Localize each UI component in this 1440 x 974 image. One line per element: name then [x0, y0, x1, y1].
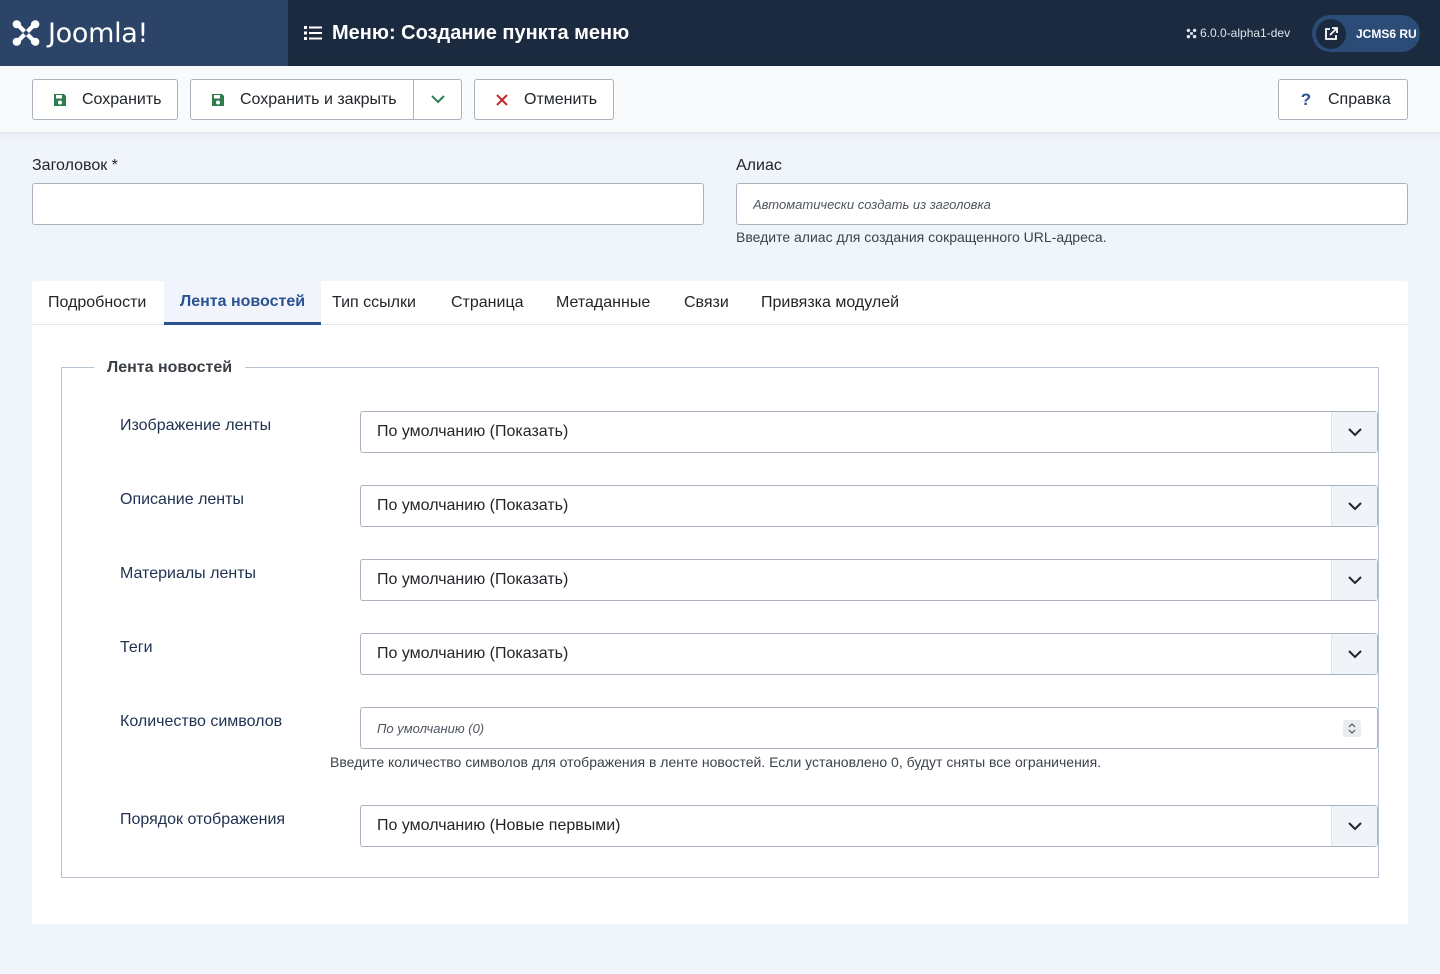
select-value: По умолчанию (Новые первыми) — [377, 817, 621, 834]
page-title: Меню: Создание пункта меню — [304, 0, 629, 66]
floppy-disk-icon — [51, 93, 69, 107]
select-value: По умолчанию (Показать) — [377, 645, 569, 662]
alias-input[interactable] — [737, 184, 1407, 224]
joomla-small-icon — [1186, 28, 1197, 38]
site-name: JCMS6 RU — [1356, 26, 1417, 41]
tab-bar: Подробности Лента новостей Тип ссылки Ст… — [32, 281, 1408, 325]
chevron-down-icon — [1331, 806, 1377, 846]
external-link-icon — [1316, 18, 1346, 49]
cancel-button[interactable]: Отменить — [474, 79, 614, 120]
feed-items-select[interactable]: По умолчанию (Показать) — [360, 559, 1378, 601]
newsfeed-fieldset: Лента новостей Изображение ленты По умол… — [61, 358, 1379, 878]
logo-text: Joomla! — [48, 17, 149, 49]
select-value: По умолчанию (Показать) — [377, 423, 569, 440]
alias-label: Алиас — [736, 157, 782, 174]
char-count-input[interactable] — [361, 708, 1377, 748]
select-value: По умолчанию (Показать) — [377, 571, 569, 588]
chevron-down-icon — [1331, 634, 1377, 674]
select-value: По умолчанию (Показать) — [377, 497, 569, 514]
title-field[interactable] — [32, 183, 704, 225]
tab-details[interactable]: Подробности — [32, 281, 162, 325]
question-icon: ? — [1300, 89, 1312, 109]
chevron-down-icon — [1331, 486, 1377, 526]
toolbar: Сохранить Сохранить и закрыть Отменить ?… — [0, 66, 1440, 133]
help-button[interactable]: ? Справка — [1278, 79, 1408, 120]
save-close-button[interactable]: Сохранить и закрыть — [190, 79, 462, 120]
char-count-hint: Введите количество символов для отображе… — [330, 754, 1102, 770]
title-label: Заголовок * — [32, 157, 118, 174]
feed-image-label: Изображение ленты — [120, 417, 272, 434]
display-order-select[interactable]: По умолчанию (Новые первыми) — [360, 805, 1378, 847]
save-label: Сохранить — [82, 90, 162, 108]
alias-hint: Введите алиас для создания сокращенного … — [736, 229, 1107, 245]
save-close-label: Сохранить и закрыть — [240, 90, 397, 108]
tab-module-assignment[interactable]: Привязка модулей — [745, 281, 915, 325]
version-text: 6.0.0-alpha1-dev — [1200, 26, 1291, 40]
feed-items-label: Материалы ленты — [120, 565, 257, 582]
tab-associations[interactable]: Связи — [668, 281, 745, 325]
tags-label: Теги — [120, 639, 153, 656]
feed-description-select[interactable]: По умолчанию (Показать) — [360, 485, 1378, 527]
joomla-logo[interactable]: Joomla! — [0, 0, 288, 66]
char-count-label: Количество символов — [120, 713, 283, 730]
display-order-label: Порядок отображения — [120, 811, 286, 828]
list-icon — [304, 26, 322, 40]
alias-field[interactable] — [736, 183, 1408, 225]
tab-page[interactable]: Страница — [435, 281, 540, 325]
floppy-disk-icon — [209, 93, 227, 107]
edit-card: Подробности Лента новостей Тип ссылки Ст… — [32, 281, 1408, 924]
chevron-down-icon — [1331, 412, 1377, 452]
spinner-icon[interactable] — [1343, 720, 1361, 737]
feed-image-select[interactable]: По умолчанию (Показать) — [360, 411, 1378, 453]
title-input[interactable] — [33, 184, 703, 224]
cancel-label: Отменить — [524, 90, 598, 108]
view-site-button[interactable]: JCMS6 RU — [1312, 15, 1420, 52]
version-info: 6.0.0-alpha1-dev — [1186, 0, 1290, 66]
tab-newsfeed[interactable]: Лента новостей — [164, 281, 322, 325]
fieldset-legend: Лента новостей — [94, 358, 246, 378]
chevron-down-icon — [1331, 560, 1377, 600]
help-label: Справка — [1328, 90, 1391, 108]
tab-link-type[interactable]: Тип ссылки — [316, 281, 432, 325]
app-header: Joomla! Меню: Создание пункта меню 6.0.0… — [0, 0, 1440, 66]
save-options-toggle[interactable] — [413, 80, 462, 119]
close-icon — [493, 93, 511, 106]
char-count-field[interactable] — [360, 707, 1378, 749]
joomla-logo-icon — [12, 20, 40, 46]
tab-metadata[interactable]: Метаданные — [540, 281, 666, 325]
feed-description-label: Описание ленты — [120, 491, 244, 508]
save-button[interactable]: Сохранить — [32, 79, 178, 120]
chevron-down-icon — [431, 95, 445, 104]
tags-select[interactable]: По умолчанию (Показать) — [360, 633, 1378, 675]
page-title-text: Меню: Создание пункта меню — [332, 21, 630, 44]
